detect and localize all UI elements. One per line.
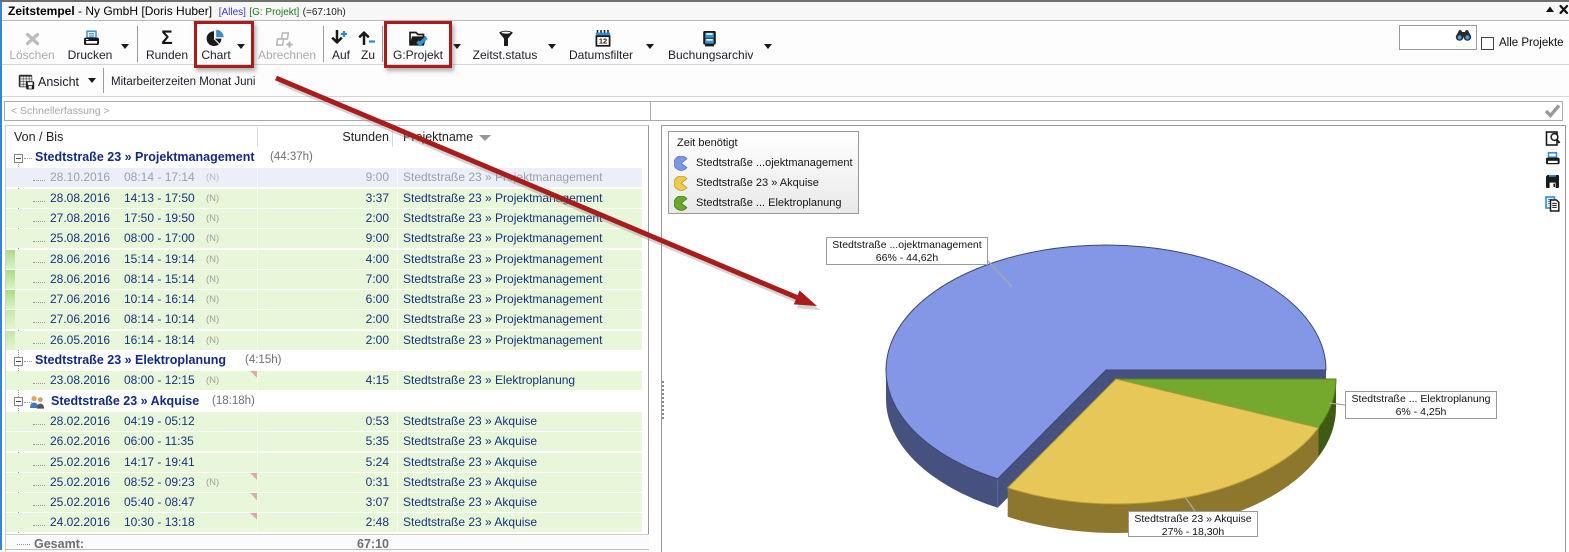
svg-text:12: 12 xyxy=(599,37,607,46)
